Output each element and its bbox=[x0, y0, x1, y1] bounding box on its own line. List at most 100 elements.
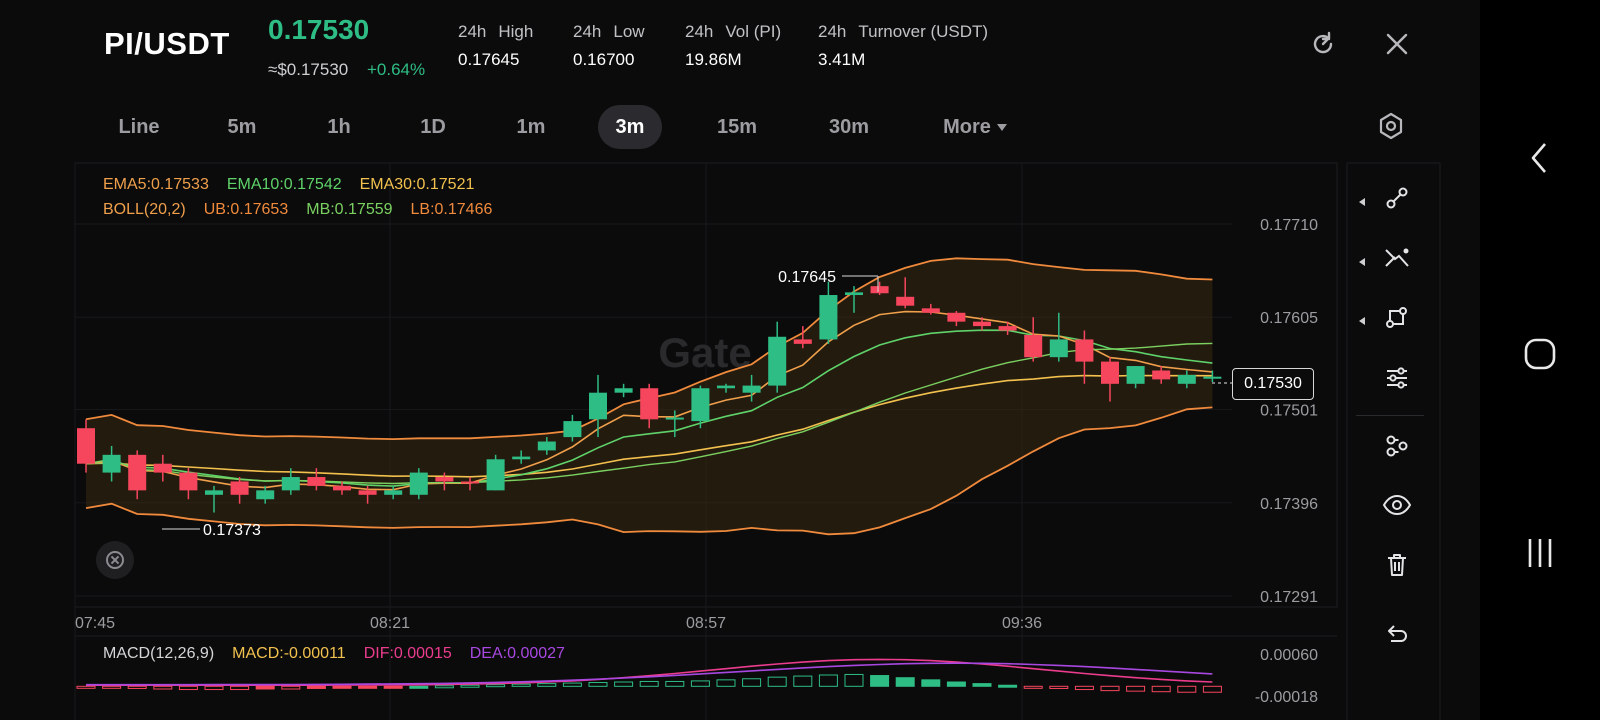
macd-bar bbox=[537, 683, 557, 687]
macd-bar bbox=[127, 685, 147, 689]
candle-body bbox=[409, 472, 428, 495]
macd-bar bbox=[972, 683, 992, 687]
undo-icon bbox=[1388, 625, 1407, 642]
candlestick-chart[interactable]: Gate 0.177100.176050.175010.173960.17291… bbox=[0, 0, 1480, 720]
macd-name: MACD(12,26,9) bbox=[103, 645, 215, 662]
macd-bar bbox=[767, 676, 787, 687]
layout-icon bbox=[1386, 435, 1408, 457]
trendline-tool[interactable] bbox=[1372, 183, 1422, 223]
macd-bar bbox=[639, 680, 659, 687]
candle-body bbox=[256, 490, 275, 500]
shape-tool-icon bbox=[1386, 307, 1407, 328]
candle-body bbox=[819, 295, 838, 340]
candle-body bbox=[1075, 339, 1094, 362]
trendline-icon bbox=[1386, 187, 1408, 209]
macd-bar bbox=[998, 684, 1018, 688]
current-price-tag: 0.17530 bbox=[1232, 368, 1314, 400]
x-tick-label: 09:36 bbox=[1002, 615, 1042, 632]
home-button[interactable] bbox=[1480, 337, 1600, 376]
candle-body bbox=[1101, 361, 1119, 384]
candle-body bbox=[793, 339, 812, 344]
macd-bar bbox=[1126, 685, 1146, 692]
candle-body bbox=[947, 312, 966, 322]
recents-button[interactable] bbox=[1480, 536, 1600, 575]
macd-bar bbox=[281, 685, 301, 690]
macd-legend[interactable]: MACD(12,26,9) MACD:-0.00011 DIF:0.00015 DEA… bbox=[103, 645, 583, 663]
back-icon bbox=[1531, 143, 1546, 173]
candle-body bbox=[640, 388, 659, 420]
ema5-value: EMA5:0.17533 bbox=[103, 176, 209, 193]
y-tick-label: 0.17291 bbox=[1260, 589, 1318, 606]
trade-panel: PI/USDT 0.17530 ≈$0.17530 +0.64% 24h High… bbox=[0, 0, 1480, 720]
macd-bar bbox=[742, 678, 762, 687]
candle-body bbox=[1203, 376, 1222, 379]
rotate-button[interactable] bbox=[96, 541, 134, 579]
boll-ub-value: UB:0.17653 bbox=[203, 201, 289, 218]
candle-body bbox=[768, 336, 787, 386]
undo-tool[interactable] bbox=[1372, 619, 1422, 659]
candle-body bbox=[870, 286, 889, 294]
delete-tool[interactable] bbox=[1372, 550, 1422, 590]
macd-bar bbox=[230, 685, 250, 691]
macd-bar bbox=[690, 680, 710, 687]
macd-bar bbox=[895, 677, 915, 687]
macd-bar bbox=[562, 682, 582, 687]
candle-body bbox=[998, 326, 1017, 331]
macd-bar bbox=[588, 682, 608, 687]
visibility-tool[interactable] bbox=[1372, 490, 1422, 530]
crossline-icon bbox=[1385, 248, 1409, 267]
visibility-icon bbox=[1382, 494, 1412, 516]
y-tick-label: 0.17710 bbox=[1260, 217, 1318, 234]
macd-bar bbox=[409, 685, 429, 689]
shape-tool[interactable] bbox=[1372, 302, 1422, 342]
candle-body bbox=[589, 392, 607, 420]
recents-icon bbox=[1528, 539, 1552, 567]
x-axis: 07:45 08:21 08:57 09:36 bbox=[75, 615, 1042, 632]
indicator-settings-tool[interactable] bbox=[1372, 362, 1422, 402]
macd-bar bbox=[818, 674, 838, 687]
macd-bar bbox=[716, 679, 736, 687]
candle-body bbox=[281, 477, 300, 491]
macd-bar bbox=[946, 681, 966, 687]
macd-bar bbox=[793, 675, 813, 687]
candle-body bbox=[358, 490, 377, 495]
candle-body bbox=[845, 292, 863, 296]
macd-bar bbox=[486, 684, 506, 688]
candle-body bbox=[742, 385, 761, 393]
macd-bar bbox=[153, 685, 173, 690]
macd-bar bbox=[255, 685, 275, 690]
macd-bar bbox=[1202, 685, 1222, 693]
boll-legend[interactable]: BOLL(20,2) UB:0.17653 MB:0.17559 LB:0.17466 bbox=[103, 201, 510, 219]
back-button[interactable] bbox=[1480, 140, 1600, 181]
candle-body bbox=[1126, 366, 1145, 384]
macd-bar bbox=[178, 685, 198, 691]
candle-body bbox=[691, 388, 710, 422]
high-marker-label: 0.17645 bbox=[778, 269, 836, 286]
candle-body bbox=[153, 463, 172, 473]
macd-bar bbox=[1100, 685, 1120, 692]
macd-bar bbox=[460, 684, 480, 688]
candle-body bbox=[537, 441, 556, 451]
boll-lb-value: LB:0.17466 bbox=[410, 201, 493, 218]
x-tick-label: 08:21 bbox=[370, 615, 410, 632]
macd-bar bbox=[1023, 685, 1043, 689]
x-tick-label: 08:57 bbox=[686, 615, 726, 632]
candle-body bbox=[1049, 339, 1068, 358]
ema-legend[interactable]: EMA5:0.17533 EMA10:0.17542 EMA30:0.17521 bbox=[103, 176, 492, 194]
macd-bar bbox=[921, 679, 941, 687]
indicator-settings-icon bbox=[1387, 367, 1407, 389]
crossline-tool[interactable] bbox=[1372, 243, 1422, 283]
rotate-icon bbox=[106, 551, 124, 569]
macd-bar bbox=[614, 681, 634, 687]
candle-body bbox=[333, 485, 351, 491]
macd-bar bbox=[358, 685, 378, 689]
candle-body bbox=[896, 296, 915, 306]
candle-body bbox=[77, 428, 95, 464]
candle-body bbox=[973, 321, 991, 327]
system-navigation bbox=[1480, 0, 1600, 720]
candle-body bbox=[1177, 374, 1196, 384]
layout-tool[interactable] bbox=[1372, 431, 1422, 471]
macd-bar bbox=[76, 685, 96, 689]
candle-body bbox=[461, 481, 479, 484]
macd-bar bbox=[1151, 685, 1171, 693]
